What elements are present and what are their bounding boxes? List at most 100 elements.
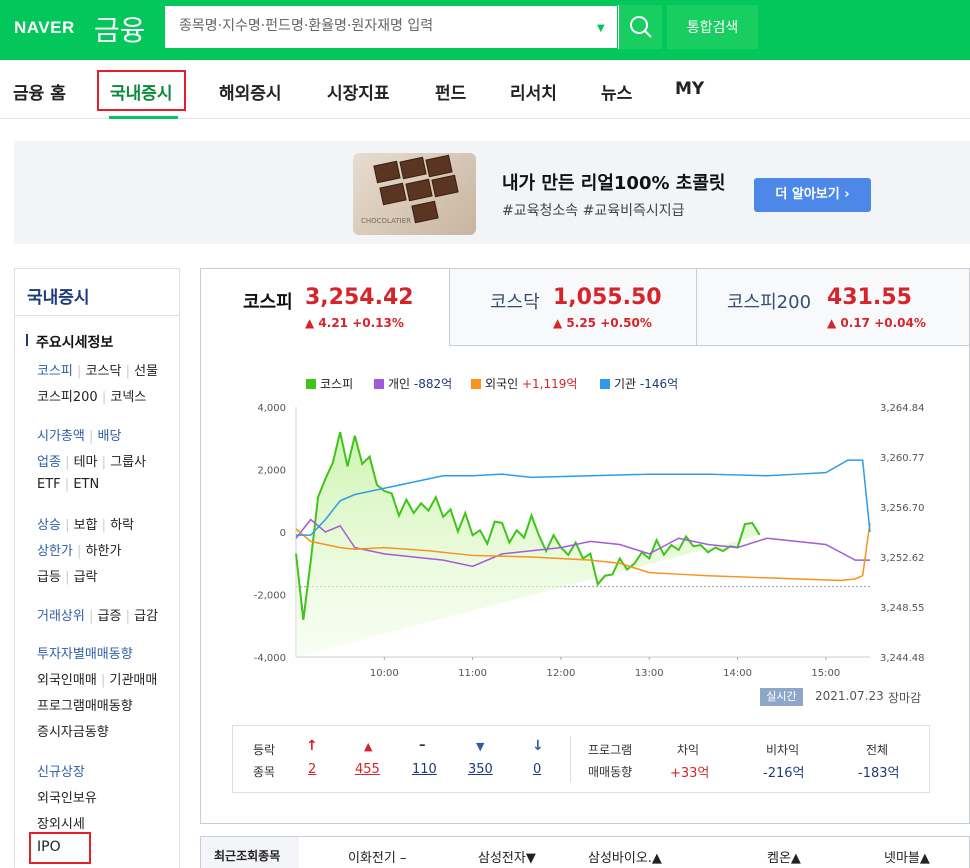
kospi-area [296,432,760,657]
highlight-box [97,70,186,111]
up-limit-count[interactable]: 2 [308,762,316,777]
tab-kospi-name: 코스피 [243,292,293,313]
heading-marker [26,334,28,346]
finance-logo[interactable]: 금융 [94,9,146,49]
banner-subtitle: #교육청소속 #교육비즉시지급 [502,203,685,219]
tab-kosdaq-change: ▲ 5.25 +0.50% [553,316,652,330]
sidebar-item-futures[interactable]: 선물 [134,364,158,379]
tab-kosdaq-value: 1,055.50 [553,285,662,310]
search-input[interactable] [165,6,585,46]
sidebar-item-rise[interactable]: 상승 [37,518,61,533]
sidebar-item-institution-trade[interactable]: 기관매매 [109,673,157,688]
sidebar-heading-main[interactable]: 주요시세정보 [36,332,113,352]
sidebar-item-top-volume[interactable]: 거래상위 [37,609,85,624]
nav-research[interactable]: 리서치 [510,79,557,104]
sidebar-item-deposit[interactable]: 증시자금동향 [37,721,109,740]
chocolate-image: CHOCOLATIER [353,153,476,235]
y-right-tick-label: 3,248.55 [880,603,925,614]
sidebar-item-foreign-holding[interactable]: 외국인보유 [37,787,97,806]
sidebar-item-flat[interactable]: 보합 [74,518,98,533]
sidebar-item-lower-limit[interactable]: 하한가 [86,544,122,559]
recent-item[interactable]: 켐온▲ [767,847,801,866]
sidebar-item-dividend[interactable]: 배당 [98,429,122,444]
tab-kospi200-change: ▲ 0.17 +0.04% [827,316,926,330]
sidebar-item-new-listing[interactable]: 신규상장 [37,761,85,780]
sidebar-item-konex[interactable]: 코넥스 [110,390,146,405]
sidebar-divider [14,315,180,316]
nav-news[interactable]: 뉴스 [601,79,632,104]
y-left-tick-label: 0 [280,528,286,539]
learn-more-button[interactable]: 더 알아보기 › [754,178,871,212]
tab-kospi-change: ▲ 4.21 +0.13% [305,316,404,330]
down-icon: ▼ [476,740,485,753]
y-right-tick-label: 3,260.77 [880,453,925,464]
sidebar-item-etn[interactable]: ETN [73,477,99,492]
intraday-chart[interactable]: 4,000 2,000 0 -2,000 -4,000 3,264.84 3,260.77 3… [200,390,970,710]
sidebar-item-kosdaq[interactable]: 코스닥 [86,364,122,379]
tab-kosdaq-name: 코스닥 [490,292,540,313]
nav-fund[interactable]: 펀드 [435,79,466,104]
down-count[interactable]: 350 [468,762,493,777]
sidebar-item-market-cap[interactable]: 시가총액 [37,429,85,444]
image-caption: CHOCOLATIER [361,217,411,225]
recent-item[interactable]: 이화전기 – [348,847,406,866]
banner-title[interactable]: 내가 만든 리얼100% 초콜릿 [502,169,725,195]
sidebar-item-surge[interactable]: 급등 [37,570,61,585]
sidebar-item-volume-surge[interactable]: 급증 [98,609,122,624]
sidebar-item-fall[interactable]: 하락 [110,518,134,533]
sidebar-item-otc[interactable]: 장외시세 [37,813,85,832]
integrated-search-button[interactable]: 통합검색 [667,5,758,49]
sidebar-item-upper-limit[interactable]: 상한가 [37,544,73,559]
sidebar-item-program-trade[interactable]: 프로그램매매동향 [37,695,133,714]
market-breadth [232,725,930,793]
recent-item[interactable]: 삼성전자▼ [478,847,536,866]
total-label: 전체 [866,743,889,757]
total-value: -183억 [858,766,900,781]
sidebar-item-foreign-trade[interactable]: 외국인매매 [37,673,97,688]
sidebar-title[interactable]: 국내증시 [27,283,90,308]
naver-logo[interactable]: NAVER [14,18,75,38]
breadth-label-2: 종목 [253,765,276,779]
flat-count[interactable]: 110 [412,762,437,777]
sidebar-item-sector[interactable]: 업종 [37,455,61,470]
sidebar-item-kospi[interactable]: 코스피 [37,364,73,379]
sidebar-item-investor-trend[interactable]: 투자자별매매동향 [37,643,133,662]
sidebar-item-volume-drop[interactable]: 급감 [134,609,158,624]
non-arbitrage-value: -216억 [763,766,805,781]
nav-finance-home[interactable]: 금융 홈 [13,79,66,104]
market-status: 장마감 [888,691,922,705]
sidebar-item-group[interactable]: 그룹사 [110,455,146,470]
non-arbitrage-label: 비차익 [766,743,800,757]
y-right-tick-label: 3,244.48 [880,653,925,664]
arbitrage-label: 차익 [677,743,700,757]
tab-kospi-value: 3,254.42 [305,285,414,310]
search-box[interactable]: ▼ [164,5,618,49]
tab-kospi[interactable]: 코스피 3,254.42 ▲ 4.21 +0.13% [201,268,449,345]
stat-divider [570,736,571,782]
tab-kosdaq[interactable]: 코스닥 1,055.50 ▲ 5.25 +0.50% [449,268,696,345]
highlight-box [29,832,91,864]
search-button[interactable] [618,5,662,49]
nav-market-index[interactable]: 시장지표 [327,79,390,104]
sidebar-item-theme[interactable]: 테마 [74,455,98,470]
y-left-tick-label: -2,000 [254,591,286,602]
x-tick-label: 14:00 [723,668,752,679]
sidebar-item-plunge[interactable]: 급락 [74,570,98,585]
chart-date: 2021.07.23 [815,689,884,703]
x-tick-label: 12:00 [547,668,576,679]
recent-item[interactable]: 넷마블▲ [884,847,930,866]
sidebar-item-etf[interactable]: ETF [37,477,61,492]
up-count[interactable]: 455 [355,762,380,777]
down-limit-count[interactable]: 0 [533,762,541,777]
y-left-tick-label: 4,000 [257,403,286,414]
nav-my[interactable]: MY [675,79,704,99]
sidebar-item-kospi200[interactable]: 코스피200 [37,390,98,405]
tab-kospi200[interactable]: 코스피200 431.55 ▲ 0.17 +0.04% [697,268,969,345]
x-tick-label: 11:00 [458,668,487,679]
chevron-down-icon[interactable]: ▼ [597,23,605,34]
realtime-badge: 실시간 [760,688,803,706]
breadth-label-1: 등락 [253,743,276,757]
flat-icon: – [419,738,426,753]
nav-overseas-stock[interactable]: 해외증시 [219,79,282,104]
recent-item[interactable]: 삼성바이오.▲ [588,847,662,866]
